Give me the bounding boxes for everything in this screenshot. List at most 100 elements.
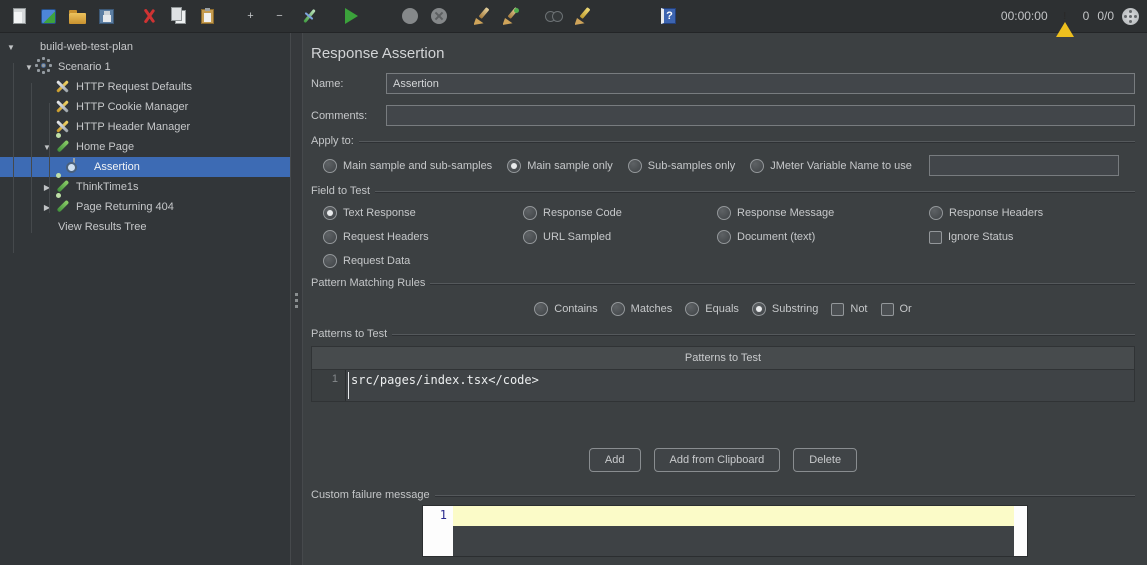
radio-jmeter-variable-name-to-use[interactable] (750, 159, 764, 173)
pattern-row-number: 1 (312, 370, 346, 401)
tree-collapsed-arrow-icon[interactable]: ▶ (40, 183, 54, 192)
start-no-pauses-icon[interactable] (369, 5, 392, 28)
failure-message-editor[interactable]: 1 (423, 506, 1027, 556)
option-label: Or (900, 303, 912, 315)
radio-request-data[interactable] (323, 254, 337, 268)
search-icon[interactable] (542, 5, 565, 28)
expand-all-icon[interactable]: + (239, 5, 262, 28)
checkbox-ignore-status[interactable] (929, 231, 942, 244)
toolbar-separator (528, 5, 536, 27)
option-label: Request Headers (343, 231, 429, 243)
tree-item-label: ThinkTime1s (76, 181, 139, 193)
option-label: Request Data (343, 255, 410, 267)
editor-text-area[interactable] (453, 506, 1014, 556)
toolbar-separator (124, 5, 132, 27)
toolbar-status: 00:00:00 ! 0 0/0 (1001, 8, 1139, 25)
tree-item-http-cookie-manager[interactable]: HTTP Cookie Manager (0, 97, 290, 117)
name-input[interactable] (386, 73, 1135, 94)
radio-document-text[interactable] (717, 230, 731, 244)
radio-main-sample-only[interactable] (507, 159, 521, 173)
warning-icon[interactable]: ! (1056, 8, 1075, 24)
option-request-data: Request Data (323, 254, 523, 268)
apply-to-options: Main sample and sub-samplesMain sample o… (311, 155, 1135, 176)
patterns-table: Patterns to Test 1src/pages/index.tsx</c… (311, 346, 1135, 402)
cut-icon[interactable] (138, 5, 161, 28)
option-substring: Substring (752, 302, 818, 316)
pattern-row[interactable]: 1src/pages/index.tsx</code> (311, 370, 1135, 402)
checkbox-not[interactable] (831, 303, 844, 316)
option-response-code: Response Code (523, 206, 717, 220)
tree-item-label: HTTP Request Defaults (76, 81, 192, 93)
radio-response-message[interactable] (717, 206, 731, 220)
search-reset-icon[interactable] (571, 5, 594, 28)
tree-collapsed-arrow-icon[interactable]: ▶ (40, 203, 54, 212)
tree-item-home-page[interactable]: ▼Home Page (0, 137, 290, 157)
toolbar-separator (326, 5, 334, 27)
radio-sub-samples-only[interactable] (628, 159, 642, 173)
tree-listener-icon (36, 219, 53, 235)
open-icon[interactable] (66, 5, 89, 28)
templates-icon[interactable] (37, 5, 60, 28)
tree-sampler-icon (54, 199, 71, 215)
radio-request-headers[interactable] (323, 230, 337, 244)
tree-item-label: Page Returning 404 (76, 201, 174, 213)
tree-main-splitter[interactable] (290, 33, 303, 565)
tree-item-assertion[interactable]: Assertion (0, 157, 290, 177)
radio-matches[interactable] (611, 302, 625, 316)
stop-icon[interactable] (398, 5, 421, 28)
tree-item-label: Scenario 1 (58, 61, 111, 73)
tree-item-http-request-defaults[interactable]: HTTP Request Defaults (0, 77, 290, 97)
radio-url-sampled[interactable] (523, 230, 537, 244)
radio-text-response[interactable] (323, 206, 337, 220)
radio-main-sample-and-sub-samples[interactable] (323, 159, 337, 173)
editor-scrollbar[interactable] (1014, 506, 1027, 556)
radio-equals[interactable] (685, 302, 699, 316)
radio-response-code[interactable] (523, 206, 537, 220)
option-url-sampled: URL Sampled (523, 230, 717, 244)
test-plan-tree: ▼build-web-test-plan▼Scenario 1HTTP Requ… (0, 33, 290, 565)
new-icon[interactable] (8, 5, 31, 28)
jmeter-variable-name-input[interactable] (929, 155, 1119, 176)
radio-substring[interactable] (752, 302, 766, 316)
clear-icon[interactable] (470, 5, 493, 28)
warning-count: 0 (1083, 9, 1090, 23)
option-label: Document (text) (737, 231, 815, 243)
tree-item-page-returning-404[interactable]: ▶ Page Returning 404 (0, 197, 290, 217)
tree-expanded-arrow-icon[interactable]: ▼ (40, 143, 54, 152)
copy-icon[interactable] (167, 5, 190, 28)
paste-icon[interactable] (196, 5, 219, 28)
tree-item-http-header-manager[interactable]: HTTP Header Manager (0, 117, 290, 137)
add-button[interactable]: Add (589, 448, 641, 472)
shutdown-icon[interactable] (427, 5, 450, 28)
toolbar: +−? 00:00:00 ! 0 0/0 (0, 0, 1147, 33)
tree-item-scenario-1[interactable]: ▼ Scenario 1 (0, 57, 290, 77)
tree-expanded-arrow-icon[interactable]: ▼ (22, 63, 36, 72)
function-helper-icon[interactable] (614, 5, 637, 28)
checkbox-or[interactable] (881, 303, 894, 316)
radio-response-headers[interactable] (929, 206, 943, 220)
comments-input[interactable] (386, 105, 1135, 126)
patterns-table-header: Patterns to Test (311, 346, 1135, 370)
collapse-all-icon[interactable]: − (268, 5, 291, 28)
patterns-legend: Patterns to Test (311, 328, 1135, 340)
option-label: Equals (705, 303, 739, 315)
delete-button[interactable]: Delete (793, 448, 857, 472)
option-response-headers: Response Headers (929, 206, 1135, 220)
page-title: Response Assertion (311, 33, 1135, 62)
tree-sampler-icon (54, 139, 71, 155)
option-label: Text Response (343, 207, 416, 219)
radio-contains[interactable] (534, 302, 548, 316)
save-icon[interactable] (95, 5, 118, 28)
tree-item-view-results-tree[interactable]: View Results Tree (0, 217, 290, 237)
add-from-clipboard-button[interactable]: Add from Clipboard (654, 448, 781, 472)
clear-all-icon[interactable] (499, 5, 522, 28)
field-to-test-options: Text ResponseResponse CodeResponse Messa… (311, 206, 1135, 268)
toggle-icon[interactable] (297, 5, 320, 28)
option-contains: Contains (534, 302, 597, 316)
tree-expanded-arrow-icon[interactable]: ▼ (4, 43, 18, 52)
tree-item-thinktime1s[interactable]: ▶ ThinkTime1s (0, 177, 290, 197)
pattern-cell[interactable]: src/pages/index.tsx</code> (346, 370, 1134, 401)
start-icon[interactable] (340, 5, 363, 28)
tree-item-build-web-test-plan[interactable]: ▼build-web-test-plan (0, 37, 290, 57)
help-icon[interactable]: ? (657, 5, 680, 28)
